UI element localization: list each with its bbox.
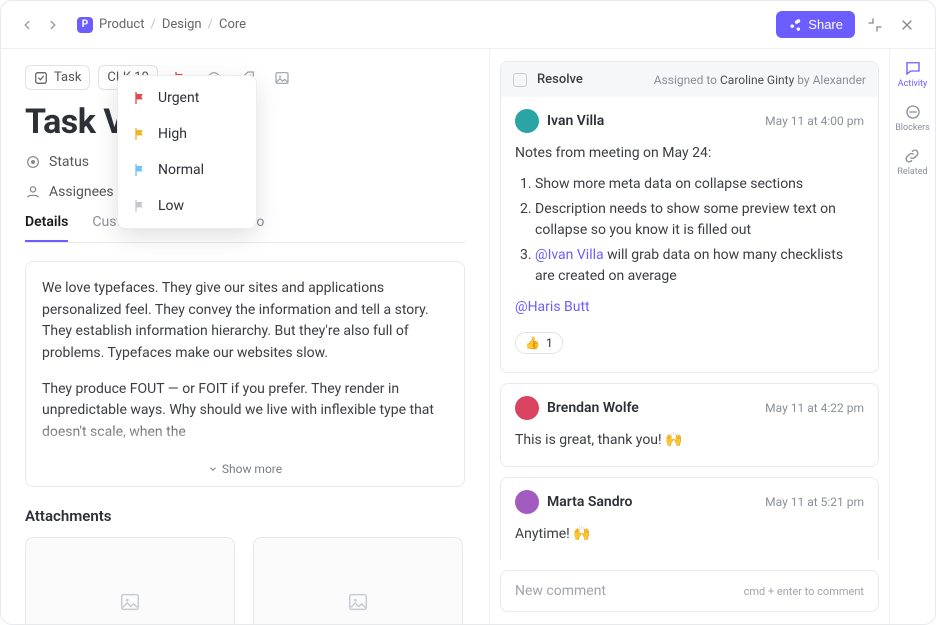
nav-forward-button[interactable]: [43, 15, 63, 35]
show-more-button[interactable]: Show more: [42, 458, 448, 480]
priority-label: Normal: [158, 162, 204, 178]
priority-option-normal[interactable]: Normal: [118, 152, 256, 188]
comment-author[interactable]: Brendan Wolfe: [547, 400, 639, 416]
priority-label: Low: [158, 198, 184, 214]
share-button-label: Share: [808, 17, 843, 32]
priority-dropdown: Urgent High Normal Low: [117, 75, 257, 229]
image-icon: [274, 70, 290, 86]
comment-author[interactable]: Marta Sandro: [547, 494, 632, 510]
product-icon: P: [77, 17, 93, 33]
list-item: @Ivan Villa will grab data on how many c…: [535, 245, 864, 287]
mention[interactable]: @Ivan Villa: [535, 247, 604, 263]
composer-hint: cmd + enter to comment: [744, 585, 864, 598]
image-icon: [119, 591, 141, 613]
tab-details[interactable]: Details: [25, 214, 68, 242]
list-item: Description needs to show some preview t…: [535, 199, 864, 241]
priority-label: Urgent: [158, 90, 199, 106]
breadcrumb-item[interactable]: Product: [99, 17, 144, 32]
status-label: Status: [49, 154, 89, 170]
assigned-info: Assigned to Caroline Ginty by Alexander: [654, 73, 866, 87]
mention[interactable]: @Haris Butt: [515, 299, 590, 315]
user-icon: [25, 184, 41, 200]
chevron-down-icon: [208, 464, 218, 474]
comment-text: Anytime! 🙌: [515, 524, 864, 545]
status-icon: [25, 154, 41, 170]
breadcrumb-item[interactable]: Design: [162, 17, 202, 32]
avatar: [515, 490, 539, 514]
rail-blockers[interactable]: Blockers: [895, 103, 930, 133]
image-icon: [347, 591, 369, 613]
reaction-count: 1: [546, 336, 553, 350]
breadcrumb-item[interactable]: Core: [219, 17, 246, 32]
rail-related[interactable]: Related: [897, 147, 927, 177]
comment-timestamp: May 11 at 5:21 pm: [765, 495, 864, 509]
collapse-icon: [867, 17, 883, 33]
attachment-placeholder[interactable]: [25, 537, 235, 624]
avatar: [515, 109, 539, 133]
attachments-heading: Attachments: [25, 507, 465, 525]
priority-label: High: [158, 126, 187, 142]
task-type-label: Task: [54, 70, 81, 85]
new-comment-input[interactable]: New comment cmd + enter to comment: [500, 570, 879, 612]
comment-list: Show more meta data on collapse sections…: [515, 174, 864, 287]
attachment-placeholder[interactable]: [253, 537, 463, 624]
chevron-right-icon: [46, 18, 60, 32]
share-icon: [788, 18, 802, 32]
attach-button[interactable]: [272, 68, 292, 88]
priority-option-high[interactable]: High: [118, 116, 256, 152]
breadcrumb: P Product / Design / Core: [77, 17, 246, 33]
comment-text: This is great, thank you! 🙌: [515, 430, 864, 451]
rail-activity[interactable]: Activity: [898, 59, 927, 89]
list-item: Show more meta data on collapse sections: [535, 174, 864, 195]
flag-icon: [132, 126, 148, 142]
check-square-icon: [34, 71, 48, 85]
nav-back-button[interactable]: [17, 15, 37, 35]
share-button[interactable]: Share: [776, 11, 855, 38]
avatar: [515, 396, 539, 420]
chevron-left-icon: [20, 18, 34, 32]
description-para: We love typefaces. They give our sites a…: [42, 278, 448, 365]
flag-icon: [132, 90, 148, 106]
priority-option-low[interactable]: Low: [118, 188, 256, 224]
flag-icon: [132, 162, 148, 178]
comment-timestamp: May 11 at 4:22 pm: [765, 401, 864, 415]
reaction-chip[interactable]: 👍 1: [515, 332, 563, 354]
comment-timestamp: May 11 at 4:00 pm: [765, 114, 864, 128]
blocked-icon: [904, 103, 922, 121]
flag-icon: [132, 198, 148, 214]
link-icon: [903, 147, 921, 165]
composer-placeholder: New comment: [515, 583, 606, 599]
close-button[interactable]: [895, 13, 919, 37]
comment-icon: [904, 59, 922, 77]
resolve-checkbox[interactable]: [513, 73, 527, 87]
priority-option-urgent[interactable]: Urgent: [118, 80, 256, 116]
close-icon: [899, 17, 915, 33]
minimize-button[interactable]: [863, 13, 887, 37]
rail-label: Related: [897, 167, 927, 177]
comment-header: Resolve Assigned to Caroline Ginty by Al…: [501, 62, 878, 97]
rail-label: Activity: [898, 79, 927, 89]
description-card: We love typefaces. They give our sites a…: [25, 261, 465, 487]
task-type-chip[interactable]: Task: [25, 65, 90, 90]
assignees-label: Assignees: [49, 184, 114, 200]
thumbs-up-icon: 👍: [525, 336, 540, 350]
resolve-label: Resolve: [537, 72, 583, 87]
comment-text: Notes from meeting on May 24:: [515, 143, 864, 164]
rail-label: Blockers: [895, 123, 930, 133]
comment-author[interactable]: Ivan Villa: [547, 113, 604, 129]
